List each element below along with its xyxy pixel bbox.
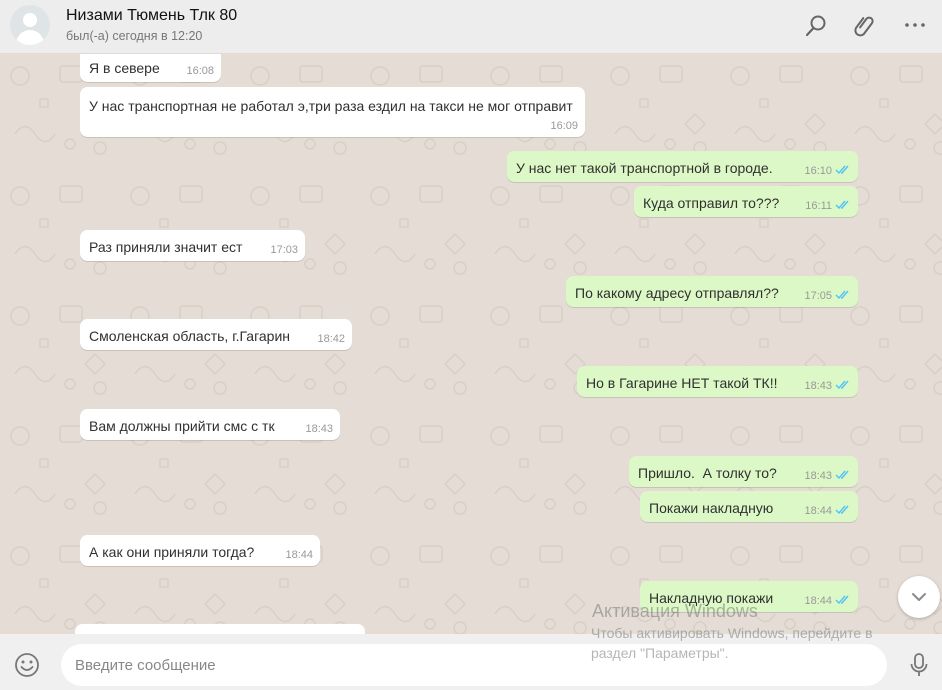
message-outgoing[interactable]: Пришло. А толку то? 18:43 [629,456,858,487]
message-incoming[interactable]: Я в севере 16:08 [80,54,221,82]
message-outgoing[interactable]: Покажи накладную 18:44 [640,491,858,522]
read-receipt-icon [835,380,849,390]
message-outgoing[interactable]: У нас нет такой транспортной в городе. 1… [507,151,858,182]
message-time: 16:10 [804,165,832,177]
avatar-body [16,30,44,45]
read-receipt-icon [835,470,849,480]
message-time: 18:42 [317,333,345,345]
read-receipt-icon [835,595,849,605]
message-outgoing[interactable]: Куда отправил то??? 16:11 [634,186,858,217]
message-time: 17:05 [804,290,832,302]
message-incoming-partial[interactable] [75,624,365,634]
read-receipt-icon [835,165,849,175]
message-incoming[interactable]: Смоленская область, г.Гагарин 18:42 [80,319,352,350]
scroll-down-button[interactable] [898,576,940,618]
contact-avatar[interactable] [10,5,50,45]
message-list[interactable]: Я в севере 16:08 У нас транспортная не р… [0,54,942,634]
read-receipt-icon [835,290,849,300]
menu-dots-icon[interactable] [903,13,929,39]
message-time: 16:08 [186,65,214,77]
message-time: 16:09 [550,120,578,132]
message-time: 18:43 [305,423,333,435]
message-time: 18:43 [804,380,832,392]
message-incoming[interactable]: А как они приняли тогда? 18:44 [80,535,320,566]
message-text: Смоленская область, г.Гагарин [89,328,290,344]
chevron-down-icon [912,593,926,601]
last-seen-status: был(-а) сегодня в 12:20 [66,29,203,43]
message-outgoing[interactable]: По какому адресу отправлял?? 17:05 [566,276,858,307]
windows-activation-line1: Чтобы активировать Windows, перейдите в [591,625,873,641]
windows-activation-line2: раздел "Параметры". [591,645,729,661]
contact-name[interactable]: Низами Тюмень Тлк 80 [66,7,237,25]
search-icon[interactable] [803,13,829,39]
emoji-icon[interactable] [14,652,40,678]
windows-activation-title: Активация Windows [592,601,758,621]
read-receipt-icon [835,200,849,210]
message-time: 17:03 [270,244,298,256]
message-time: 18:44 [285,549,313,561]
message-text: У нас нет такой транспортной в городе. [516,160,773,176]
message-incoming[interactable]: Вам должны прийти смс с тк 18:43 [80,409,340,440]
message-text: У нас транспортная не работал э,три раза… [89,98,573,114]
message-text: А как они приняли тогда? [89,544,255,560]
avatar-head [23,13,37,27]
chat-header: Низами Тюмень Тлк 80 был(-а) сегодня в 1… [0,0,942,54]
message-text: Раз приняли значит ест [89,239,243,255]
message-text: Вам должны прийти смс с тк [89,418,275,434]
message-time: 18:43 [804,470,832,482]
microphone-icon[interactable] [908,652,930,678]
read-receipt-icon [835,505,849,515]
message-incoming[interactable]: У нас транспортная не работал э,три раза… [80,87,585,137]
message-time: 18:44 [804,595,832,607]
paperclip-icon[interactable] [852,13,878,39]
message-composer [0,634,942,690]
message-time: 16:11 [805,200,832,212]
message-incoming[interactable]: Раз приняли значит ест 17:03 [80,230,305,261]
message-outgoing[interactable]: Но в Гагарине НЕТ такой ТК!! 18:43 [577,366,858,397]
message-input[interactable] [61,644,887,686]
message-time: 18:44 [804,505,832,517]
